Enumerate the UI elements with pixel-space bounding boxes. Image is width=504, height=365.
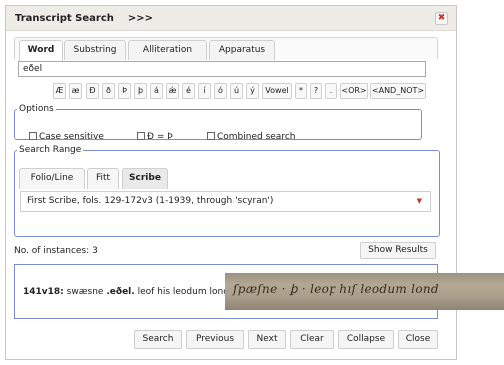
char-button-o-acute[interactable]: ó [214, 83, 227, 99]
scribe-selected-value: First Scribe, fols. 129-172v3 (1-1939, t… [27, 196, 274, 206]
search-range-legend: Search Range [19, 145, 82, 155]
eth-thorn-checkbox[interactable]: Ð = Þ [137, 132, 173, 142]
char-button-THORN[interactable]: Þ [118, 83, 131, 99]
char-button-ETH[interactable]: Ð [86, 83, 99, 99]
result-context-after: leof his leodum lond [137, 287, 229, 297]
search-range-group: Search Range Folio/Line Fitt Scribe Firs… [14, 145, 440, 237]
options-group: Options Case sensitive Ð = Þ Combined se… [14, 104, 422, 142]
options-legend: Options [19, 104, 54, 114]
collapse-button[interactable]: Collapse [338, 330, 394, 349]
instance-count: No. of instances: 3 [14, 246, 98, 256]
clear-button[interactable]: Clear [290, 330, 334, 349]
char-button-AE[interactable]: Æ [53, 83, 66, 99]
char-button-u-acute[interactable]: ú [230, 83, 243, 99]
scribe-select[interactable]: First Scribe, fols. 129-172v3 (1-1939, t… [20, 191, 431, 212]
vowel-button[interactable]: Vowel [262, 83, 292, 99]
wildcard-question-button[interactable]: ? [310, 83, 322, 99]
manuscript-handwriting: ſpæſne · ꝧ · leoꝼ hıſ leodum lond [233, 282, 439, 296]
wildcard-dot-button[interactable]: . [325, 83, 337, 99]
window-title-text: Transcript Search [15, 13, 114, 24]
char-button-eth[interactable]: ð [102, 83, 115, 99]
case-sensitive-checkbox[interactable]: Case sensitive [29, 132, 104, 142]
tab-apparatus[interactable]: Apparatus [209, 40, 275, 60]
char-button-a-acute[interactable]: á [150, 83, 163, 99]
wildcard-star-button[interactable]: * [295, 83, 307, 99]
tab-scribe[interactable]: Scribe [122, 168, 168, 189]
search-button[interactable]: Search [134, 330, 182, 349]
show-results-button[interactable]: Show Results [360, 242, 436, 259]
close-icon[interactable]: ✖ [435, 12, 448, 25]
char-button-ae[interactable]: æ [69, 83, 82, 99]
tab-substring[interactable]: Substring [64, 40, 126, 60]
tab-folio-line[interactable]: Folio/Line [19, 168, 85, 189]
result-item[interactable]: 141v18: swæsne .eðel. leof his leodum lo… [23, 287, 229, 297]
next-button[interactable]: Next [248, 330, 286, 349]
previous-button[interactable]: Previous [186, 330, 244, 349]
char-button-thorn[interactable]: þ [134, 83, 147, 99]
close-button[interactable]: Close [398, 330, 438, 349]
or-operator-button[interactable]: <OR> [340, 83, 368, 99]
manuscript-image: ſpæſne · ꝧ · leoꝼ hıſ leodum lond [225, 273, 504, 310]
instance-count-label: No. of instances: [14, 246, 90, 256]
case-sensitive-label: Case sensitive [39, 132, 104, 142]
tab-fitt[interactable]: Fitt [87, 168, 119, 189]
combined-search-checkbox[interactable]: Combined search [207, 132, 295, 142]
title-bar[interactable]: Transcript Search >>> ✖ [6, 6, 456, 31]
search-mode-tabs: Word Substring Alliteration Apparatus [14, 37, 438, 61]
and-not-operator-button[interactable]: <AND_NOT> [370, 83, 426, 99]
checkbox-icon[interactable] [137, 132, 145, 140]
chevron-down-icon[interactable]: ▼ [417, 192, 422, 211]
tab-word[interactable]: Word [19, 40, 63, 61]
checkbox-icon[interactable] [29, 132, 37, 140]
tab-alliteration[interactable]: Alliteration [128, 40, 207, 60]
expand-arrows[interactable]: >>> [128, 13, 153, 24]
char-button-ae-acute[interactable]: ǽ [166, 83, 179, 99]
result-match: .eðel. [106, 287, 135, 297]
window-title: Transcript Search >>> [15, 13, 153, 24]
search-input[interactable]: eðel [18, 61, 426, 77]
combined-search-label: Combined search [217, 132, 296, 142]
checkbox-icon[interactable] [207, 132, 215, 140]
char-button-i-acute[interactable]: í [198, 83, 211, 99]
char-button-e-acute[interactable]: é [182, 83, 195, 99]
instance-count-value: 3 [92, 246, 98, 256]
eth-thorn-label: Ð = Þ [147, 132, 173, 142]
char-button-y-acute[interactable]: ý [246, 83, 259, 99]
result-context-before: swæsne [66, 287, 104, 297]
result-reference: 141v18: [23, 287, 64, 297]
